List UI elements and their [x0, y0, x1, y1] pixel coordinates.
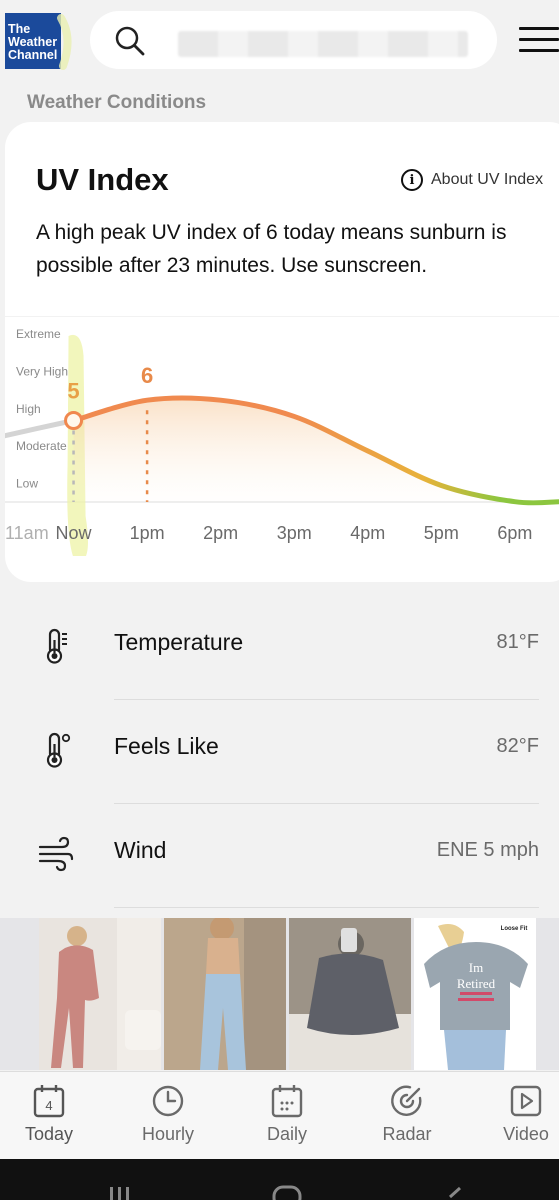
- nav-label-radar: Radar: [382, 1124, 432, 1144]
- ad-text-retired: Retired: [457, 976, 496, 991]
- nav-tab-radar[interactable]: Radar: [362, 1084, 452, 1145]
- uv-index-chart[interactable]: Extreme Very High High Moderate Low 5 6 11am N…: [5, 316, 559, 556]
- ad-text-im: Im: [469, 960, 483, 975]
- system-nav-buttons[interactable]: [0, 1159, 559, 1200]
- ad-text-loose-fit: Loose Fit: [501, 926, 528, 932]
- uv-x-axis-label: 5pm: [424, 523, 459, 543]
- radar-icon: [391, 1085, 422, 1116]
- uv-level-label: Extreme: [16, 327, 61, 341]
- ad-product-image-1[interactable]: [39, 918, 161, 1070]
- ad-product-image-4[interactable]: Loose Fit Im Retired: [414, 918, 536, 1070]
- nav-label-video: Video: [503, 1124, 549, 1144]
- bottom-navigation: 4 Today Hourly Daily Radar Video: [0, 1071, 559, 1160]
- nav-label-hourly: Hourly: [141, 1124, 194, 1144]
- about-uv-index-label: About UV Index: [431, 171, 544, 188]
- uv-x-axis-label: Now: [56, 523, 93, 543]
- nav-tab-today[interactable]: 4 Today: [4, 1084, 94, 1145]
- condition-value: ENE 5 mph: [436, 839, 539, 861]
- advertisement-banner[interactable]: Loose Fit Im Retired: [0, 918, 559, 1070]
- ad-product-image-2[interactable]: [164, 918, 286, 1070]
- uv-past-line: [5, 418, 77, 439]
- condition-row-wind[interactable]: Wind ENE 5 mph: [0, 804, 559, 908]
- the-weather-channel-logo[interactable]: The Weather Channel: [5, 13, 61, 69]
- section-title: Weather Conditions: [27, 92, 207, 113]
- uv-description: A high peak UV index of 6 today means su…: [36, 221, 507, 277]
- condition-label: Temperature: [114, 629, 244, 655]
- calendar-daily-icon: [271, 1085, 303, 1118]
- condition-row-temperature[interactable]: Temperature 81°F: [0, 596, 559, 700]
- nav-label-today: Today: [24, 1124, 74, 1144]
- uv-x-axis-label: 2pm: [203, 523, 238, 543]
- wind-icon: [38, 836, 74, 872]
- info-icon: i: [401, 169, 423, 191]
- row-divider: [114, 907, 539, 908]
- uv-marker-value-label: 5: [67, 379, 79, 404]
- about-uv-index-link[interactable]: i About UV Index: [401, 169, 543, 191]
- uv-level-label: High: [16, 402, 41, 416]
- app-header: The Weather Channel: [0, 0, 559, 85]
- video-play-icon: [510, 1085, 542, 1117]
- search-redacted-text: [178, 31, 468, 57]
- weather-app-screen: The Weather Channel Weather Conditions U…: [0, 0, 559, 1200]
- condition-row-feels-like[interactable]: Feels Like 82°F: [0, 700, 559, 804]
- condition-label: Feels Like: [114, 733, 219, 759]
- uv-x-axis-label: 6pm: [497, 523, 532, 543]
- search-bar[interactable]: [90, 11, 497, 69]
- hamburger-menu-icon[interactable]: [519, 27, 559, 55]
- logo-swoosh-decoration: [57, 14, 72, 70]
- ad-product-image-3[interactable]: [289, 918, 411, 1070]
- uv-marker-value-label: 6: [141, 363, 153, 388]
- uv-now-point[interactable]: [64, 411, 84, 430]
- thermometer-icon: [46, 628, 67, 664]
- system-navigation-bar: [0, 1159, 559, 1200]
- calendar-today-icon: 4: [33, 1085, 65, 1118]
- uv-level-label: Very High: [16, 364, 68, 378]
- uv-index-title: UV Index: [36, 162, 169, 197]
- logo-line-3: Channel: [8, 48, 58, 62]
- condition-label: Wind: [114, 837, 167, 863]
- condition-value: 81°F: [496, 631, 539, 653]
- search-icon[interactable]: [114, 25, 146, 57]
- nav-label-daily: Daily: [266, 1124, 307, 1144]
- uv-x-axis-label: 3pm: [277, 523, 312, 543]
- nav-tab-video[interactable]: Video: [481, 1084, 559, 1145]
- uv-x-axis-label: 4pm: [350, 523, 385, 543]
- calendar-day-number: 4: [45, 1098, 52, 1113]
- uv-x-axis-label: 1pm: [130, 523, 165, 543]
- nav-tab-hourly[interactable]: Hourly: [123, 1084, 213, 1145]
- condition-value: 82°F: [496, 735, 539, 757]
- thermometer-degree-icon: [46, 732, 71, 768]
- uv-x-axis-label: 11am: [5, 523, 49, 543]
- nav-tab-daily[interactable]: Daily: [242, 1084, 332, 1145]
- clock-icon: [152, 1085, 184, 1117]
- uv-index-card: UV Index i About UV Index A high peak UV…: [5, 122, 559, 582]
- uv-level-label: Moderate: [16, 439, 67, 453]
- uv-level-label: Low: [16, 477, 38, 491]
